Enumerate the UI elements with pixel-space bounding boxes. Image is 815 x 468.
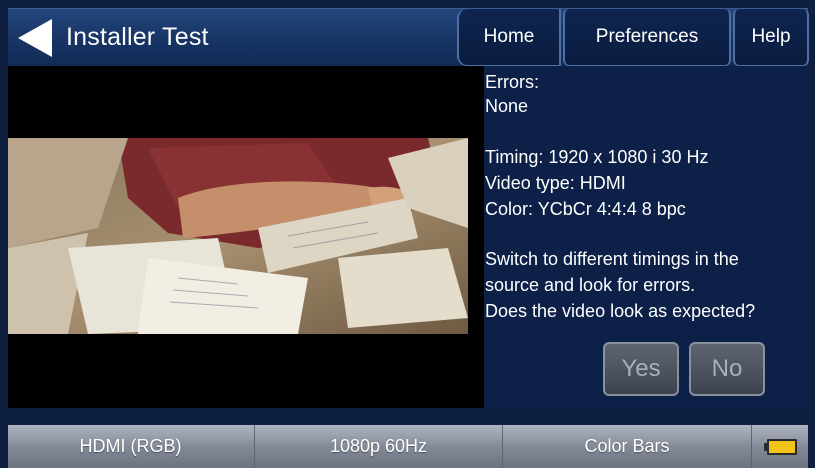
yes-button[interactable]: Yes: [603, 342, 679, 396]
errors-value: None: [485, 96, 529, 116]
color-text: Color: YCbCr 4:4:4 8 bpc: [485, 199, 686, 219]
tab-home[interactable]: Home: [457, 9, 561, 66]
instruction-line-2: source and look for errors.: [485, 275, 696, 295]
back-button[interactable]: [16, 17, 54, 59]
battery-icon: [763, 438, 797, 455]
tab-home-label: Home: [483, 26, 535, 47]
tab-preferences-label: Preferences: [595, 26, 699, 47]
status-input[interactable]: HDMI (RGB): [8, 425, 253, 468]
back-arrow-icon: [18, 19, 52, 57]
no-label: No: [711, 355, 743, 382]
yes-label: Yes: [621, 355, 661, 382]
tab-preferences[interactable]: Preferences: [563, 9, 731, 66]
video-preview: [8, 66, 484, 408]
errors-label: Errors:: [485, 72, 539, 92]
timing-text: Timing: 1920 x 1080 i 30 Hz: [485, 147, 709, 167]
title-bar: Installer Test Home Preferences Help: [8, 8, 809, 67]
status-format[interactable]: 1080p 60Hz: [254, 425, 502, 468]
tab-help[interactable]: Help: [733, 9, 809, 66]
video-type-text: Video type: HDMI: [485, 173, 626, 193]
status-battery: [751, 425, 809, 468]
status-pattern[interactable]: Color Bars: [502, 425, 751, 468]
status-bar: HDMI (RGB) 1080p 60Hz Color Bars: [8, 425, 808, 468]
test-info-panel: Errors: None Timing: 1920 x 1080 i 30 Hz…: [484, 66, 808, 408]
video-frame-image: [8, 138, 468, 334]
instruction-line-3: Does the video look as expected?: [485, 301, 756, 321]
app-window: Installer Test Home Preferences Help Err…: [0, 0, 815, 468]
no-button[interactable]: No: [689, 342, 765, 396]
tab-help-label: Help: [751, 26, 791, 47]
instruction-line-1: Switch to different timings in the: [485, 249, 739, 269]
page-title: Installer Test: [66, 23, 209, 51]
